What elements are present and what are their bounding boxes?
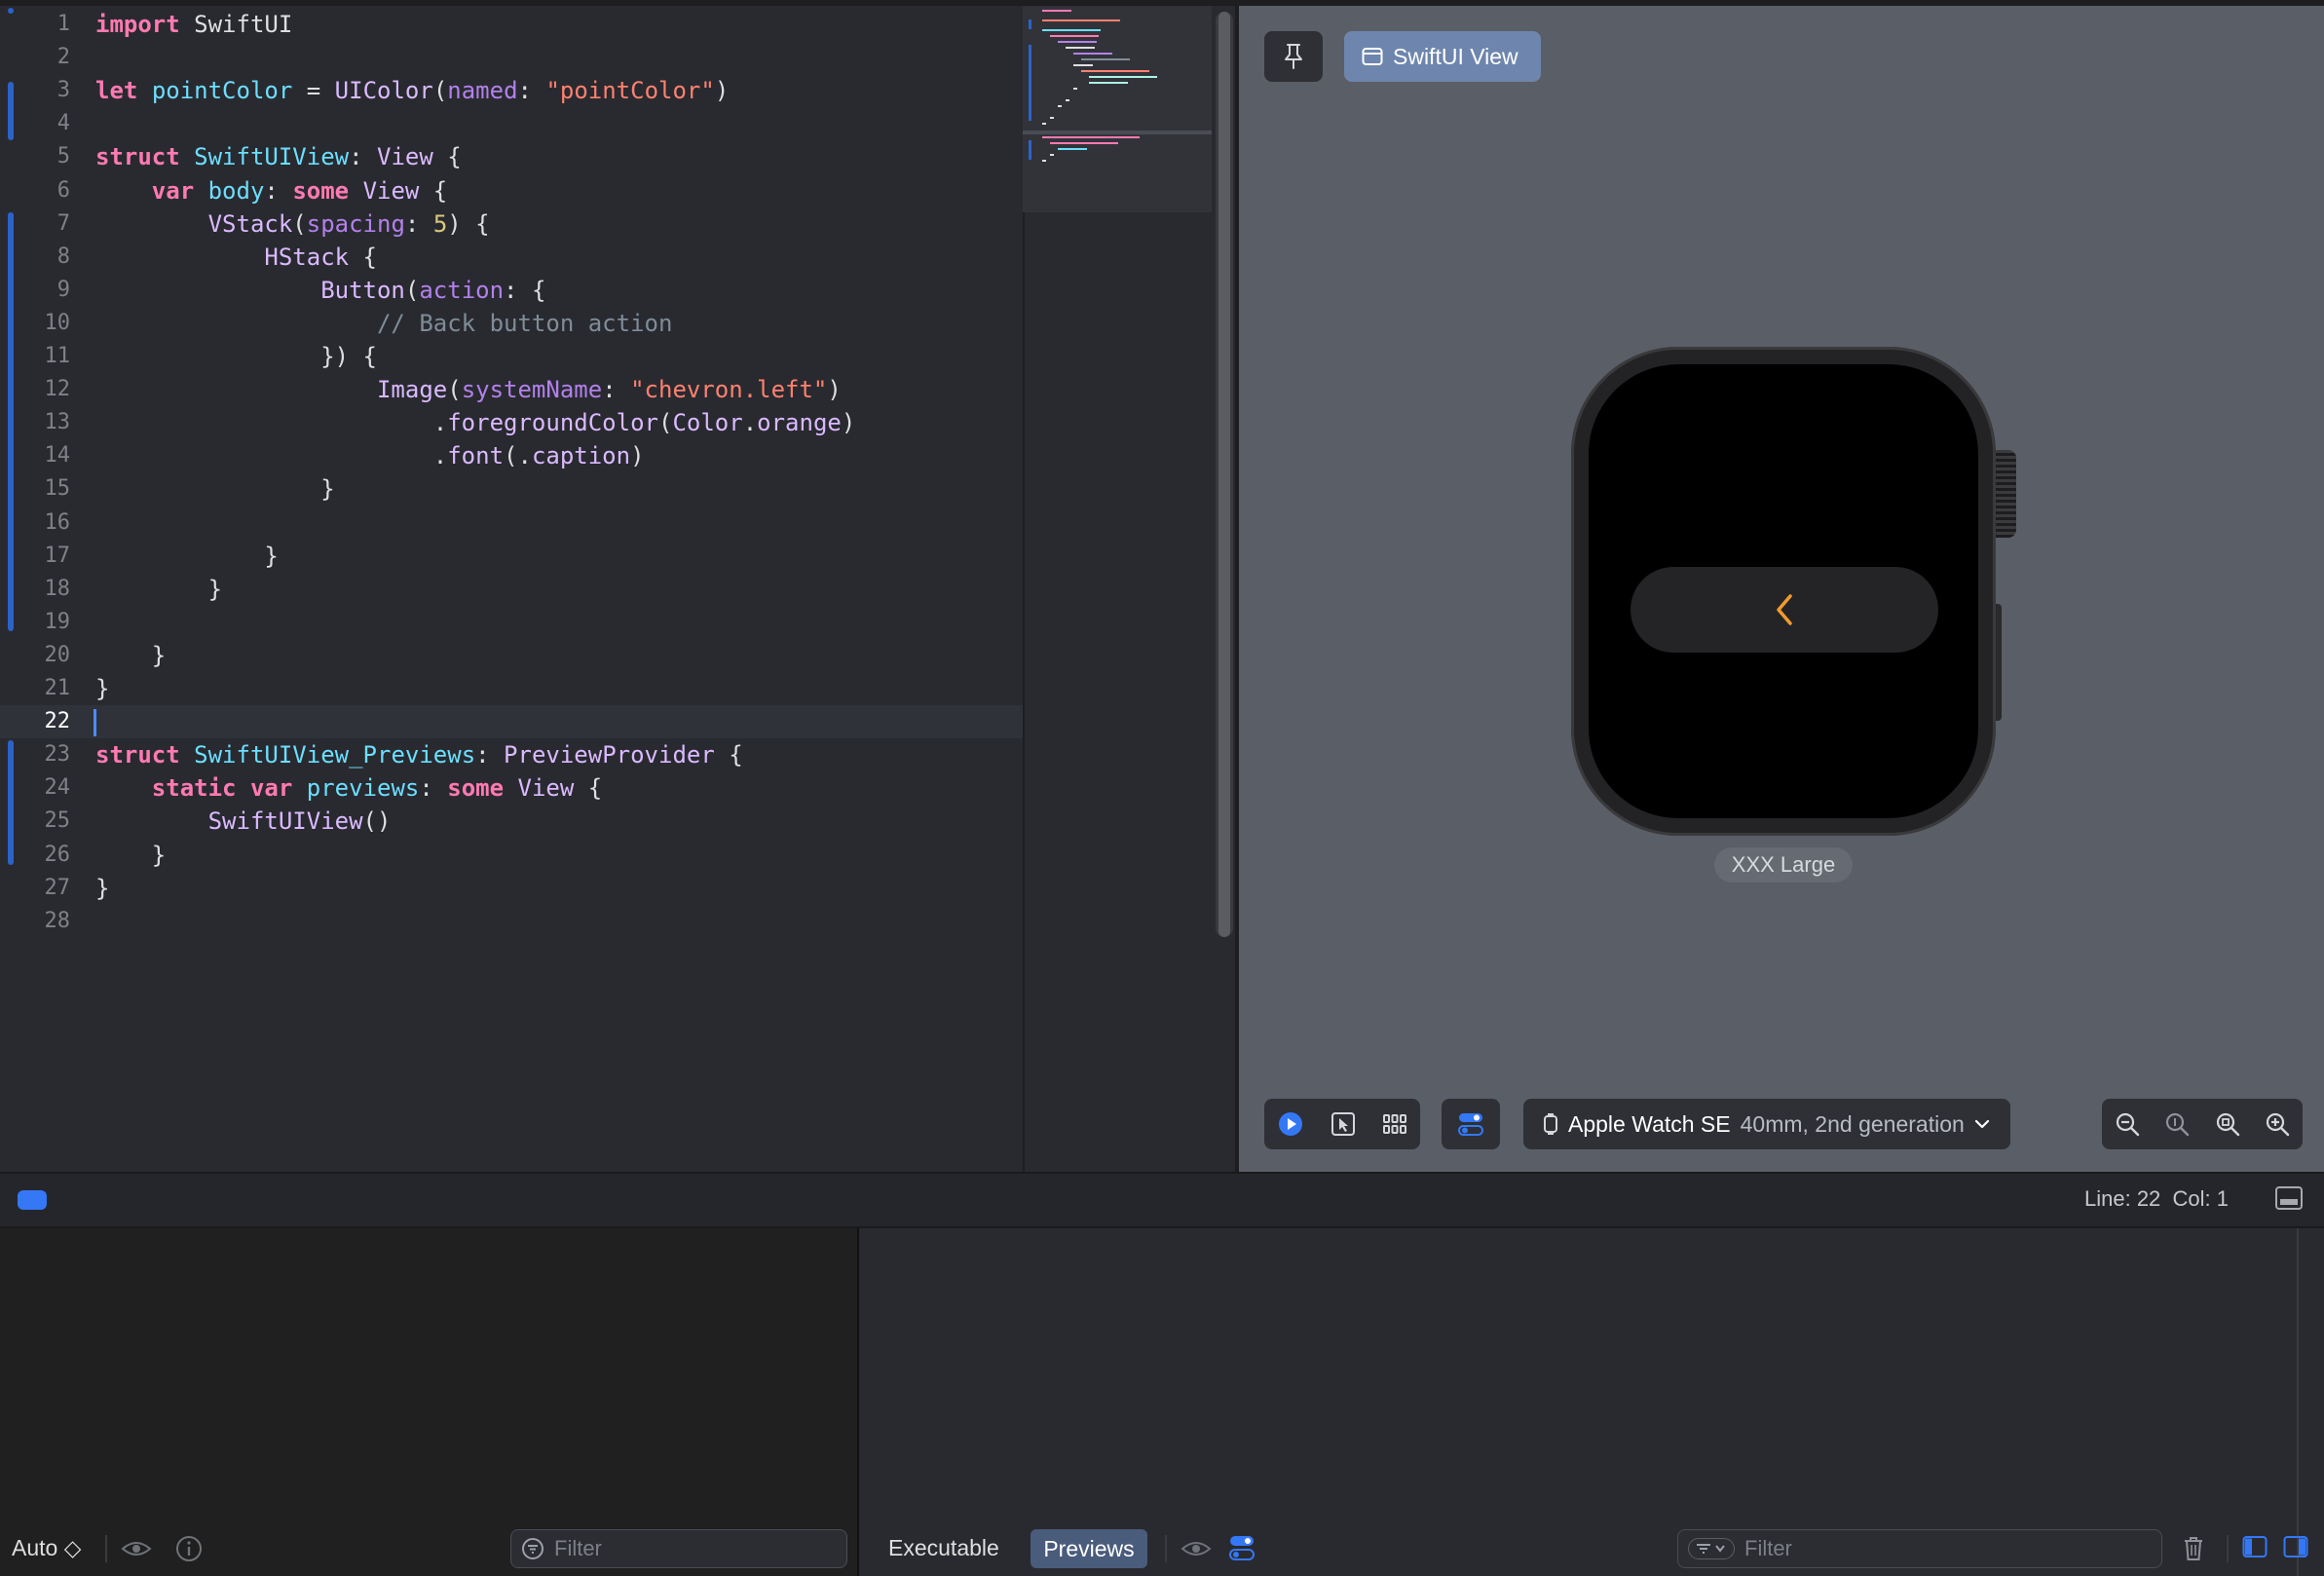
current-line-highlight [0, 705, 1023, 738]
code-line[interactable]: Image(systemName: "chevron.left") [95, 373, 842, 406]
zoom-fit-icon[interactable] [2214, 1110, 2241, 1138]
breakpoint-toggle-icon[interactable] [18, 1190, 47, 1210]
code-line[interactable]: } [95, 639, 166, 672]
change-bar [8, 212, 14, 631]
line-column-indicator: Line: 22 Col: 1 [2084, 1186, 2229, 1211]
device-name: Apple Watch SE [1568, 1110, 1731, 1137]
show-variables-view-icon[interactable] [2242, 1535, 2268, 1558]
code-line[interactable]: VStack(spacing: 5) { [95, 207, 490, 241]
top-border [0, 0, 2324, 6]
code-line[interactable]: } [95, 540, 278, 573]
line-number[interactable]: 27 [0, 872, 71, 905]
code-line[interactable]: import SwiftUI [95, 8, 292, 41]
editor-scrollbar-thumb[interactable] [1218, 12, 1230, 937]
variables-scope-select[interactable]: Auto ◇ [12, 1535, 81, 1561]
code-line[interactable]: static var previews: some View { [95, 771, 602, 805]
line-number[interactable]: 6 [0, 174, 70, 207]
eye-icon[interactable] [121, 1537, 152, 1560]
filter-icon [521, 1537, 544, 1560]
code-line[interactable]: let pointColor = UIColor(named: "pointCo… [95, 74, 729, 107]
device-settings-button[interactable] [1442, 1099, 1500, 1149]
watch-icon [1543, 1112, 1558, 1136]
zoom-out-icon[interactable] [2114, 1110, 2141, 1138]
info-icon[interactable] [175, 1535, 203, 1562]
device-picker[interactable]: Apple Watch SE 40mm, 2nd generation [1523, 1099, 2010, 1149]
line-number[interactable]: 28 [0, 905, 71, 938]
text-caret [94, 709, 96, 736]
back-button[interactable] [1631, 567, 1938, 653]
code-line[interactable]: var body: some View { [95, 174, 447, 207]
preview-tab-label: SwiftUI View [1393, 43, 1518, 69]
code-line[interactable]: SwiftUIView() [95, 805, 392, 838]
line-number[interactable]: 5 [0, 140, 70, 173]
change-bar [8, 82, 14, 140]
divider [105, 1535, 107, 1562]
zoom-controls [2102, 1099, 2303, 1149]
console-tab-executable[interactable]: Executable [888, 1535, 999, 1561]
toggle-debug-area-icon[interactable] [2275, 1186, 2303, 1210]
zoom-in-icon[interactable] [2264, 1110, 2291, 1138]
code-line[interactable]: } [95, 472, 334, 506]
filter-options-icon[interactable] [1688, 1538, 1735, 1559]
console-view [859, 1228, 2324, 1576]
code-line[interactable]: } [95, 839, 166, 872]
preview-mode-group [1264, 1099, 1420, 1149]
window-icon [1362, 47, 1383, 66]
editor-status-bar [0, 1172, 2324, 1228]
device-detail: 40mm, 2nd generation [1740, 1110, 1965, 1137]
console-scrollbar[interactable] [2297, 1228, 2299, 1576]
eye-icon[interactable] [1181, 1537, 1212, 1560]
toggles-icon [1457, 1110, 1484, 1138]
console-filter-placeholder: Filter [1744, 1536, 1792, 1560]
chevron-left-icon [1774, 592, 1795, 627]
trash-icon[interactable] [2182, 1535, 2205, 1562]
selectable-mode-icon[interactable] [1331, 1111, 1356, 1137]
code-line[interactable]: struct SwiftUIView: View { [95, 140, 462, 173]
code-line[interactable]: Button(action: { [95, 274, 545, 307]
code-line[interactable]: }) { [95, 340, 377, 373]
minimap[interactable] [1023, 6, 1212, 212]
line-number[interactable]: 22 [0, 705, 71, 738]
zoom-actual-size-icon[interactable] [2163, 1110, 2191, 1138]
dynamic-type-variant-label: XXX Large [1714, 847, 1853, 882]
variables-view [0, 1228, 857, 1576]
minimap-preview [1023, 10, 1212, 162]
divider [2227, 1535, 2229, 1562]
code-line[interactable]: } [95, 672, 109, 705]
variables-filter-field[interactable]: Filter [510, 1529, 847, 1568]
code-line[interactable]: HStack { [95, 241, 377, 274]
toggles-icon[interactable] [1229, 1533, 1255, 1562]
chevron-down-icon [1974, 1119, 1990, 1129]
pin-preview-button[interactable] [1264, 31, 1323, 82]
pin-icon [1282, 43, 1305, 70]
code-line[interactable]: .font(.caption) [95, 439, 645, 472]
console-tab-previews[interactable]: Previews [1031, 1529, 1147, 1568]
show-console-view-icon[interactable] [2283, 1535, 2308, 1558]
swiftui-view-preview-tab[interactable]: SwiftUI View [1344, 31, 1541, 82]
divider [1165, 1535, 1167, 1562]
code-line[interactable]: } [95, 872, 109, 905]
line-number[interactable]: 21 [0, 672, 71, 705]
code-line[interactable]: } [95, 573, 222, 606]
variants-grid-icon[interactable] [1382, 1113, 1407, 1135]
variables-filter-placeholder: Filter [554, 1536, 602, 1560]
change-bar [8, 740, 14, 865]
console-filter-field[interactable]: Filter [1677, 1529, 2162, 1568]
change-bar [8, 8, 14, 14]
line-number[interactable]: 20 [0, 639, 71, 672]
code-line[interactable]: // Back button action [95, 307, 672, 340]
code-line[interactable]: .foregroundColor(Color.orange) [95, 406, 856, 439]
line-number[interactable]: 2 [0, 41, 70, 74]
live-mode-icon[interactable] [1277, 1110, 1304, 1138]
code-line[interactable]: struct SwiftUIView_Previews: PreviewProv… [95, 738, 743, 771]
